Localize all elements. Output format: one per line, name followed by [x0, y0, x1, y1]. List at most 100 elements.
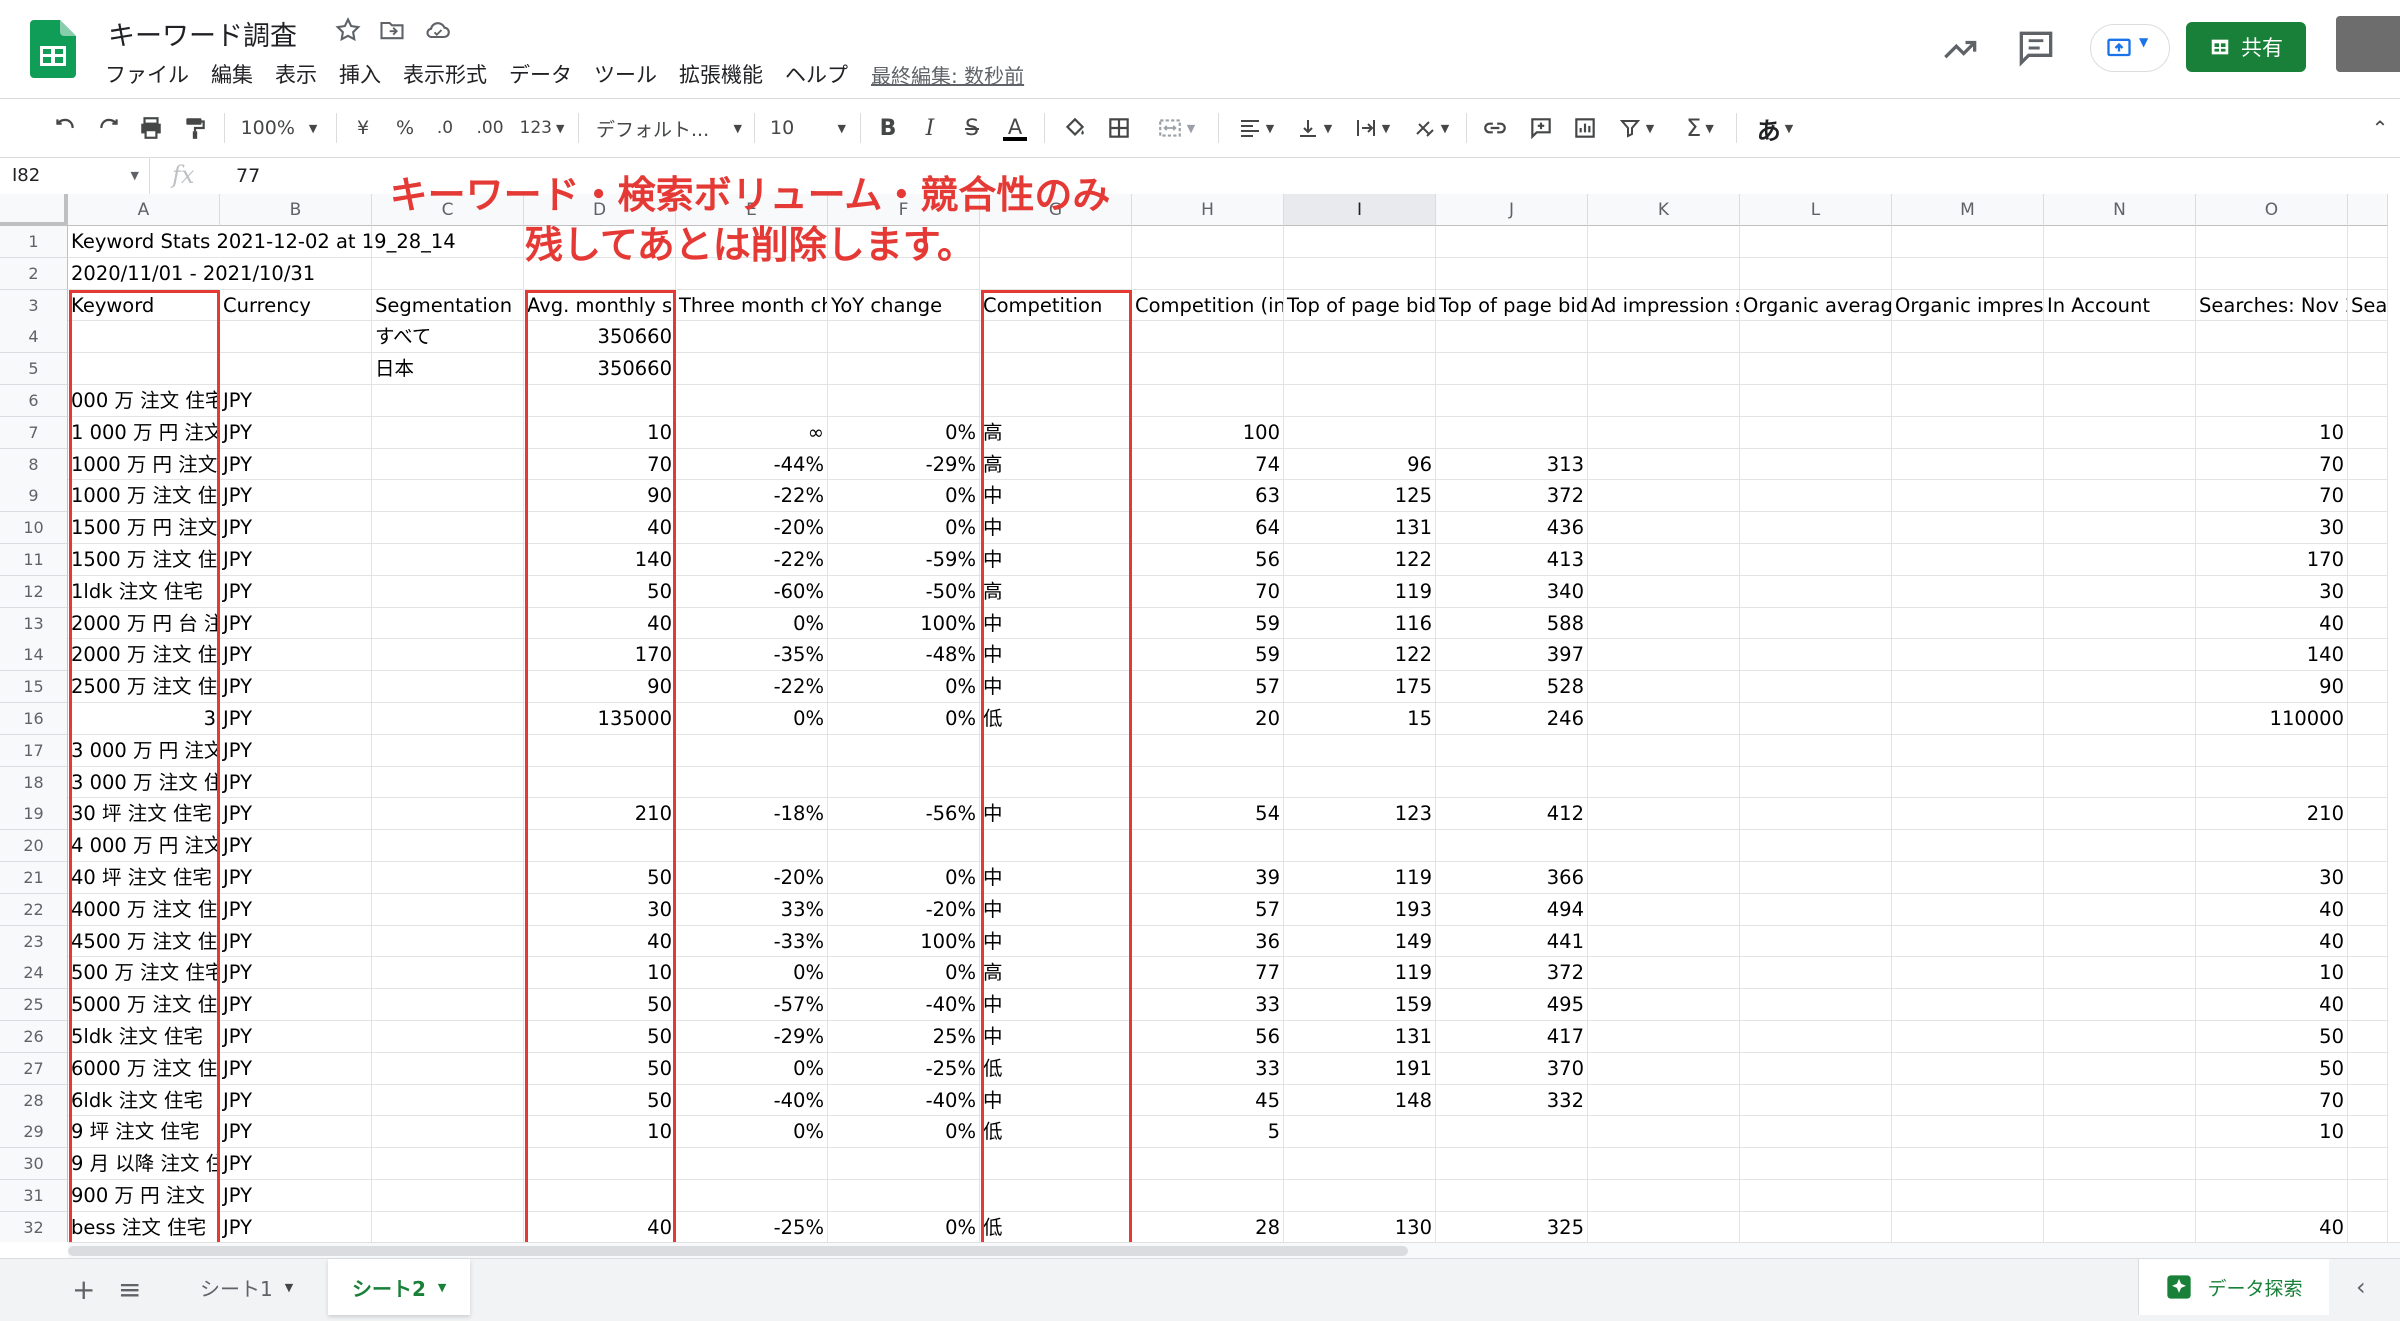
- text-color-button[interactable]: A: [998, 111, 1032, 145]
- row-header[interactable]: 29: [0, 1116, 68, 1149]
- cell-c30[interactable]: [372, 1148, 524, 1180]
- star-icon[interactable]: [334, 16, 362, 44]
- cell-n10[interactable]: [2044, 512, 2196, 544]
- cell-b26[interactable]: JPY: [220, 1021, 372, 1053]
- cell-f11[interactable]: -59%: [828, 544, 980, 576]
- cell-p30[interactable]: [2348, 1148, 2388, 1180]
- cell-l25[interactable]: [1740, 989, 1892, 1021]
- column-header-j[interactable]: J: [1436, 194, 1588, 226]
- row-header[interactable]: 26: [0, 1021, 68, 1053]
- menu-tools[interactable]: ツール: [583, 57, 668, 91]
- cell-k26[interactable]: [1588, 1021, 1740, 1053]
- cell-c22[interactable]: [372, 893, 524, 926]
- cell-e13[interactable]: 0%: [676, 607, 828, 640]
- cell-c15[interactable]: [372, 671, 524, 703]
- row-header[interactable]: 25: [0, 989, 68, 1022]
- cell-a19[interactable]: 30 坪 注文 住宅: [68, 798, 220, 831]
- cell-f5[interactable]: [828, 353, 980, 385]
- cell-f29[interactable]: 0%: [828, 1116, 980, 1149]
- cell-h19[interactable]: 54: [1132, 798, 1284, 831]
- bold-button[interactable]: B: [872, 111, 904, 145]
- column-header-n[interactable]: N: [2044, 194, 2196, 226]
- cell-f9[interactable]: 0%: [828, 480, 980, 513]
- cell-l5[interactable]: [1740, 353, 1892, 385]
- cell-a25[interactable]: 5000 万 注文 住宅: [68, 989, 220, 1021]
- cell-e25[interactable]: -57%: [676, 989, 828, 1021]
- cell-j32[interactable]: 325: [1436, 1211, 1588, 1242]
- cell-i24[interactable]: 119: [1284, 957, 1436, 990]
- cell-f8[interactable]: -29%: [828, 448, 980, 481]
- cell-c6[interactable]: [372, 385, 524, 417]
- cell-c32[interactable]: [372, 1211, 524, 1242]
- cell-c31[interactable]: [372, 1180, 524, 1212]
- cell-n15[interactable]: [2044, 671, 2196, 703]
- cell-g15[interactable]: 中: [980, 671, 1132, 703]
- menu-file[interactable]: ファイル: [94, 57, 200, 91]
- cell-o16[interactable]: 110000: [2196, 703, 2348, 735]
- cell-h5[interactable]: [1132, 353, 1284, 385]
- cell-e20[interactable]: [676, 830, 828, 862]
- cell-o8[interactable]: 70: [2196, 448, 2348, 481]
- cell-n2[interactable]: [2044, 257, 2196, 290]
- cell-p23[interactable]: [2348, 925, 2388, 958]
- cell-m8[interactable]: [1892, 448, 2044, 481]
- cell-a16[interactable]: 3: [68, 703, 220, 735]
- cell-e12[interactable]: -60%: [676, 575, 828, 608]
- cell-a4[interactable]: [68, 321, 220, 354]
- text-wrap-icon[interactable]: ▼: [1348, 111, 1396, 145]
- percent-format-button[interactable]: %: [390, 111, 420, 145]
- cell-e32[interactable]: -25%: [676, 1211, 828, 1242]
- cell-f25[interactable]: -40%: [828, 989, 980, 1021]
- cell-b14[interactable]: JPY: [220, 639, 372, 672]
- cell-o19[interactable]: 210: [2196, 798, 2348, 831]
- cell-p28[interactable]: [2348, 1084, 2388, 1117]
- cell-o24[interactable]: 10: [2196, 957, 2348, 990]
- cell-i22[interactable]: 193: [1284, 893, 1436, 926]
- cell-h20[interactable]: [1132, 830, 1284, 862]
- cell-l10[interactable]: [1740, 512, 1892, 544]
- cell-d5[interactable]: 350660: [524, 353, 676, 385]
- cell-g13[interactable]: 中: [980, 607, 1132, 640]
- cell-a6[interactable]: 000 万 注文 住宅: [68, 385, 220, 417]
- column-header-l[interactable]: L: [1740, 194, 1892, 226]
- decrease-decimal-button[interactable]: .0: [428, 111, 462, 145]
- cell-f16[interactable]: 0%: [828, 703, 980, 735]
- cell-i9[interactable]: 125: [1284, 480, 1436, 513]
- row-header[interactable]: 6: [0, 385, 68, 417]
- cell-i18[interactable]: [1284, 766, 1436, 799]
- cell-g20[interactable]: [980, 830, 1132, 862]
- cell-l4[interactable]: [1740, 321, 1892, 354]
- cell-h31[interactable]: [1132, 1180, 1284, 1212]
- cell-o3[interactable]: Searches: Nov 2: [2196, 289, 2348, 322]
- italic-button[interactable]: I: [914, 111, 946, 145]
- strikethrough-button[interactable]: S: [956, 111, 988, 145]
- cell-o15[interactable]: 90: [2196, 671, 2348, 703]
- cell-b10[interactable]: JPY: [220, 512, 372, 544]
- cell-b12[interactable]: JPY: [220, 575, 372, 608]
- cell-m10[interactable]: [1892, 512, 2044, 544]
- cell-a2[interactable]: 2020/11/01 - 2021/10/31: [68, 258, 315, 290]
- row-header[interactable]: 14: [0, 639, 68, 672]
- row-header[interactable]: 32: [0, 1211, 68, 1242]
- cell-j31[interactable]: [1436, 1180, 1588, 1212]
- cell-i17[interactable]: [1284, 734, 1436, 767]
- cell-k5[interactable]: [1588, 353, 1740, 385]
- cell-d23[interactable]: 40: [524, 925, 676, 958]
- cell-g4[interactable]: [980, 321, 1132, 354]
- cell-g29[interactable]: 低: [980, 1116, 1132, 1149]
- cell-n7[interactable]: [2044, 416, 2196, 449]
- cell-d22[interactable]: 30: [524, 893, 676, 926]
- cell-a29[interactable]: 9 坪 注文 住宅: [68, 1116, 220, 1149]
- present-button[interactable]: ▼: [2090, 24, 2170, 72]
- cell-k7[interactable]: [1588, 416, 1740, 449]
- cell-k4[interactable]: [1588, 321, 1740, 354]
- cell-k13[interactable]: [1588, 607, 1740, 640]
- cell-o26[interactable]: 50: [2196, 1021, 2348, 1053]
- cell-e18[interactable]: [676, 766, 828, 799]
- menu-data[interactable]: データ: [498, 57, 583, 91]
- cell-o7[interactable]: 10: [2196, 416, 2348, 449]
- cell-i16[interactable]: 15: [1284, 703, 1436, 735]
- cell-g7[interactable]: 高: [980, 416, 1132, 449]
- cell-l17[interactable]: [1740, 734, 1892, 767]
- cell-j23[interactable]: 441: [1436, 925, 1588, 958]
